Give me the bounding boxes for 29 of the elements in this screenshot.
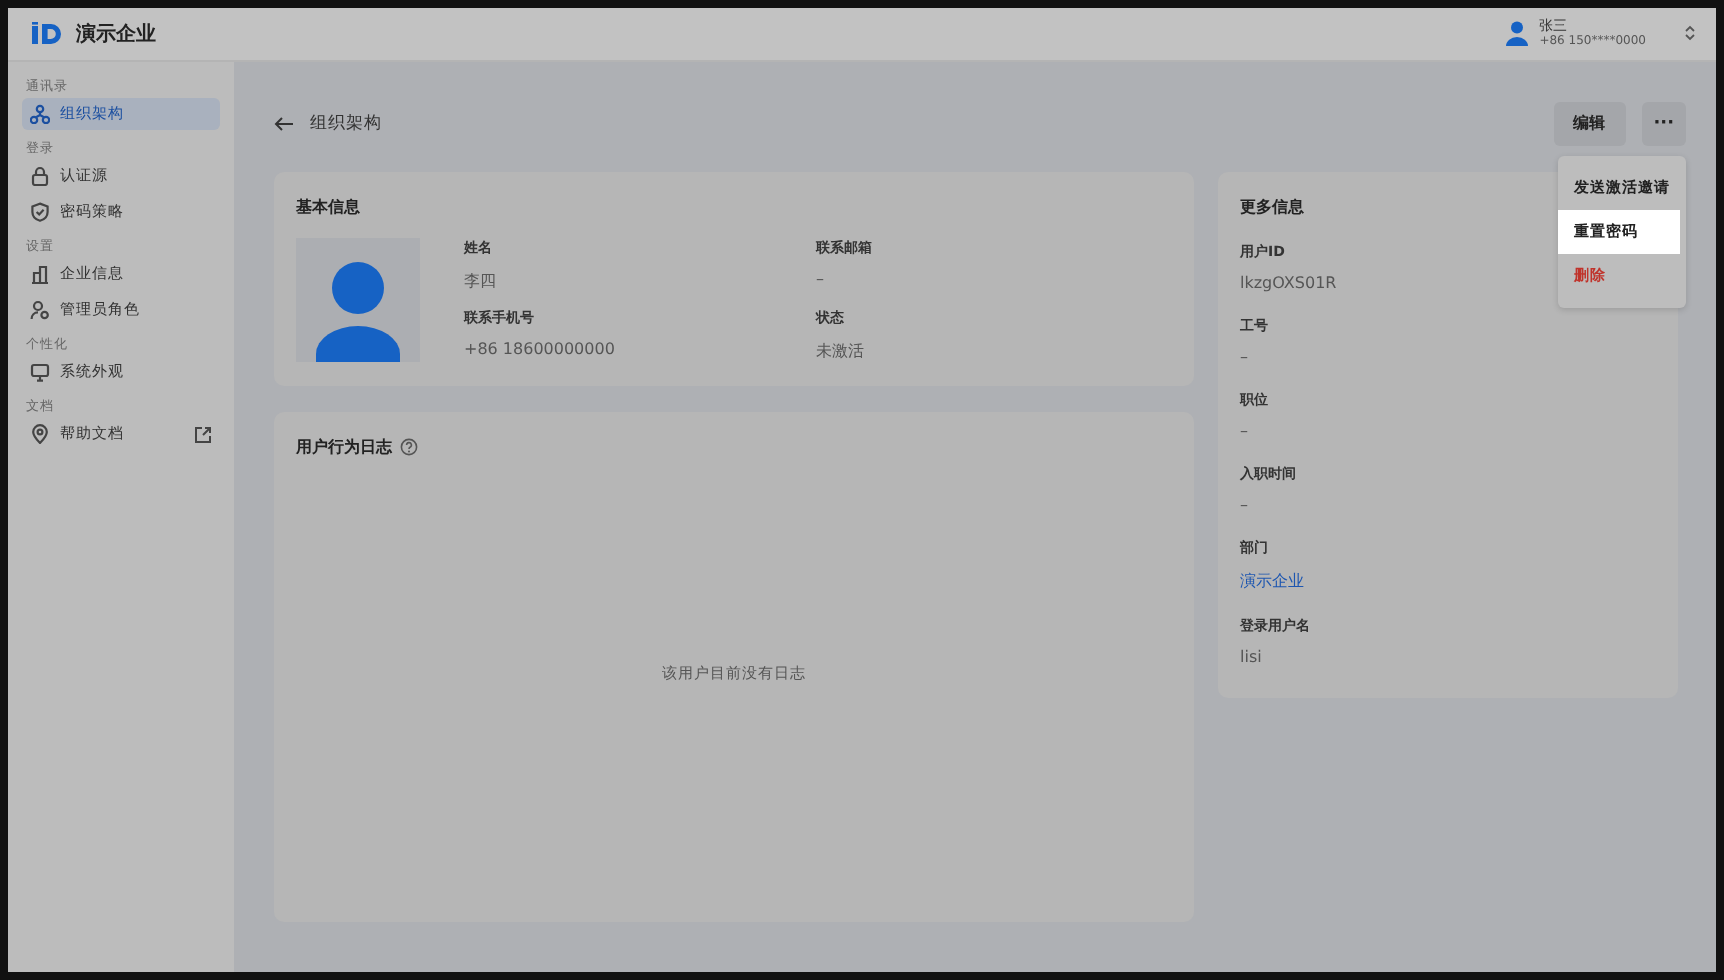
- field-value: –: [1240, 496, 1248, 514]
- company-name: 演示企业: [76, 21, 156, 48]
- location-pin-icon: [30, 424, 50, 444]
- card-title: 更多信息: [1240, 196, 1306, 218]
- shield-icon: [30, 202, 50, 222]
- card-title: 用户行为日志: [296, 436, 392, 458]
- hierarchy-icon: [30, 104, 50, 124]
- lock-icon: [30, 166, 50, 186]
- more-button[interactable]: ···: [1641, 101, 1686, 145]
- chevron-up-down-icon: [1684, 24, 1696, 43]
- field-value: 李四: [464, 270, 496, 292]
- help-icon: [400, 438, 418, 456]
- field-value: lisi: [1240, 648, 1262, 666]
- field-value: –: [1240, 422, 1248, 440]
- field-value: –: [1240, 348, 1248, 366]
- card-title: 基本信息: [296, 196, 362, 218]
- department-link[interactable]: 演示企业: [1240, 570, 1304, 592]
- field-value: –: [816, 270, 824, 288]
- monitor-icon: [30, 362, 50, 382]
- logo-icon: [32, 22, 64, 46]
- field-value: lkzgOXS01R: [1240, 274, 1337, 292]
- back-arrow-icon: [274, 115, 294, 131]
- edit-button[interactable]: 编辑: [1553, 101, 1626, 145]
- field-value: +86 18600000000: [464, 340, 615, 358]
- page-title: 组织架构: [310, 111, 382, 135]
- field-value: 未激活: [816, 340, 864, 362]
- building-icon: [30, 264, 50, 284]
- user-gear-icon: [30, 300, 50, 320]
- user-avatar-icon: [1503, 20, 1530, 47]
